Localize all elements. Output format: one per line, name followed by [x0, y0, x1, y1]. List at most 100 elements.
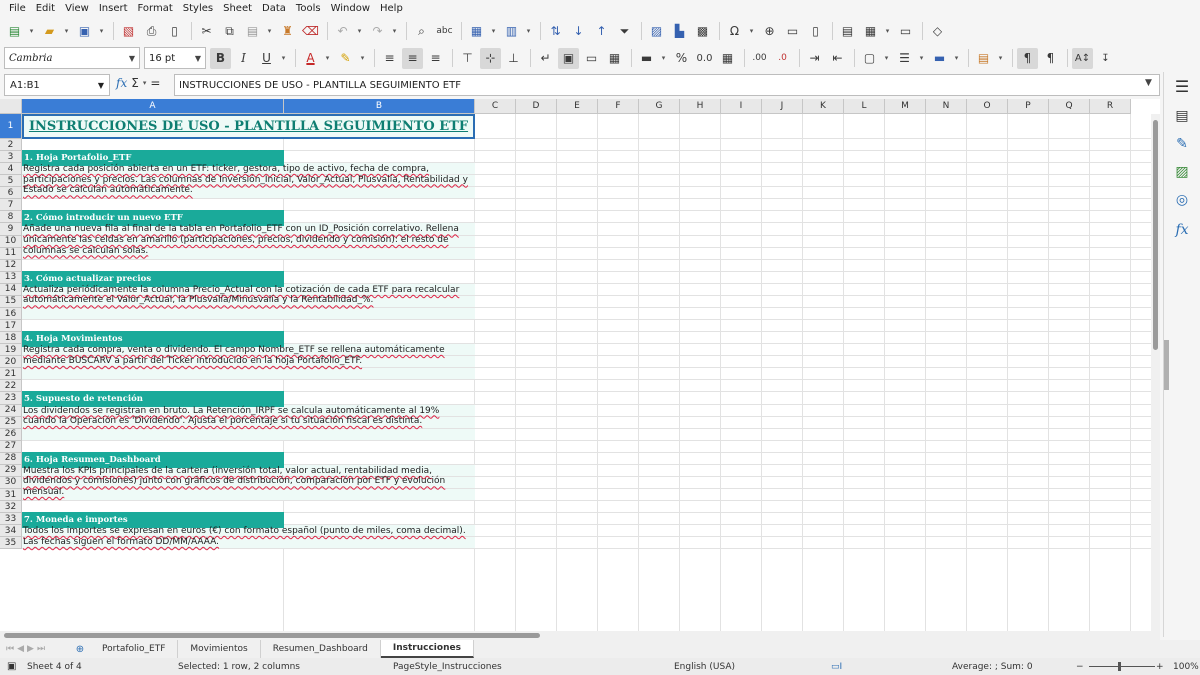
increase-indent-icon[interactable]: ⇥: [804, 48, 825, 69]
row-header[interactable]: 25: [0, 416, 22, 429]
first-sheet-icon[interactable]: ⏮: [6, 644, 14, 654]
column-header[interactable]: K: [803, 99, 844, 114]
print-icon[interactable]: ⎙: [141, 21, 162, 42]
column-header[interactable]: D: [516, 99, 557, 114]
autofilter-icon[interactable]: ⏷: [614, 21, 635, 42]
section-body-text[interactable]: Los dividendos se registran en bruto. La…: [23, 406, 473, 427]
font-color-dropdown-icon[interactable]: ▾: [323, 48, 332, 69]
row-header[interactable]: 3: [0, 151, 22, 164]
section-body-text[interactable]: Añade una nueva fila al final de la tabl…: [23, 224, 473, 256]
column-header[interactable]: E: [557, 99, 598, 114]
underline-icon[interactable]: U: [256, 48, 277, 69]
functions-icon[interactable]: fx: [1172, 220, 1192, 240]
define-print-area-icon[interactable]: ▤: [837, 21, 858, 42]
zoom-slider-knob[interactable]: [1118, 662, 1121, 671]
sidebar-menu-icon[interactable]: ☰: [1172, 76, 1192, 96]
headers-footers-icon[interactable]: ▯: [805, 21, 826, 42]
font-color-icon[interactable]: A: [300, 48, 321, 69]
conditional-dropdown-icon[interactable]: ▾: [996, 48, 1005, 69]
section-body-text[interactable]: Muestra los KPIs principales de la carte…: [23, 466, 473, 498]
border-style-icon[interactable]: ☰: [894, 48, 915, 69]
column-dropdown-icon[interactable]: ▾: [524, 21, 533, 42]
language[interactable]: English (USA): [674, 662, 735, 672]
borders-icon[interactable]: ▢: [859, 48, 880, 69]
row-header[interactable]: 1: [0, 114, 22, 139]
menu-styles[interactable]: Styles: [178, 3, 218, 14]
menu-file[interactable]: File: [4, 3, 31, 14]
menu-sheet[interactable]: Sheet: [218, 3, 257, 14]
split-window-icon[interactable]: ▭: [895, 21, 916, 42]
row-header[interactable]: 12: [0, 259, 22, 272]
column-header[interactable]: M: [885, 99, 926, 114]
section-body-text[interactable]: Todos los importes se expresan en euros …: [23, 526, 473, 547]
currency-format-icon[interactable]: ▬: [636, 48, 657, 69]
function-wizard-icon[interactable]: fx: [116, 76, 127, 90]
special-character-icon[interactable]: Ω: [724, 21, 745, 42]
zoom-in-icon[interactable]: +: [1156, 662, 1164, 672]
section-body-text[interactable]: Registra cada compra, venta o dividendo.…: [23, 345, 473, 366]
row-dropdown-icon[interactable]: ▾: [489, 21, 498, 42]
menu-window[interactable]: Window: [326, 3, 375, 14]
right-to-left-icon[interactable]: ¶: [1040, 48, 1061, 69]
special-character-dropdown-icon[interactable]: ▾: [747, 21, 756, 42]
tab-movimientos[interactable]: Movimientos: [178, 640, 261, 658]
tab-resumen-dashboard[interactable]: Resumen_Dashboard: [261, 640, 381, 658]
align-center-icon[interactable]: ≡: [402, 47, 423, 69]
border-color-icon[interactable]: ▬: [929, 48, 950, 69]
row-header[interactable]: 4: [0, 163, 22, 176]
sort-ascending-icon[interactable]: ↓: [568, 21, 589, 42]
paste-icon[interactable]: ▤: [242, 21, 263, 42]
add-decimal-icon[interactable]: .00: [749, 48, 770, 69]
menu-view[interactable]: View: [60, 3, 94, 14]
column-header[interactable]: J: [762, 99, 803, 114]
menu-insert[interactable]: Insert: [94, 3, 133, 14]
text-direction-icon[interactable]: ↧: [1095, 48, 1116, 69]
redo-icon[interactable]: ↷: [367, 21, 388, 42]
row-header[interactable]: 9: [0, 223, 22, 236]
freeze-dropdown-icon[interactable]: ▾: [883, 21, 892, 42]
tab-instrucciones[interactable]: Instrucciones: [380, 640, 474, 658]
undo-dropdown-icon[interactable]: ▾: [355, 21, 364, 42]
next-sheet-icon[interactable]: ▶: [27, 644, 34, 654]
row-header[interactable]: 29: [0, 464, 22, 477]
column-header[interactable]: Q: [1049, 99, 1090, 114]
row-header[interactable]: 17: [0, 320, 22, 333]
row-header[interactable]: 8: [0, 211, 22, 224]
left-to-right-icon[interactable]: ¶: [1017, 47, 1038, 69]
name-box[interactable]: A1:B1 ▼: [4, 74, 110, 96]
bold-icon[interactable]: B: [210, 47, 231, 69]
row-header[interactable]: 7: [0, 199, 22, 212]
insert-chart-icon[interactable]: ▙: [669, 21, 690, 42]
comment-icon[interactable]: ▭: [782, 21, 803, 42]
zoom-level[interactable]: 100%: [1173, 662, 1199, 672]
column-header[interactable]: H: [680, 99, 721, 114]
percent-format-icon[interactable]: %: [671, 48, 692, 69]
show-draw-functions-icon[interactable]: ◇: [927, 21, 948, 42]
align-left-icon[interactable]: ≡: [379, 48, 400, 69]
align-bottom-icon[interactable]: ⊥: [503, 48, 524, 69]
clone-formatting-icon[interactable]: ♜: [277, 21, 298, 42]
zoom-out-icon[interactable]: −: [1076, 662, 1084, 672]
border-style-dropdown-icon[interactable]: ▾: [917, 48, 926, 69]
sum-icon[interactable]: Σ: [131, 76, 139, 90]
vertical-scrollbar[interactable]: [1151, 114, 1160, 631]
formula-input[interactable]: INSTRUCCIONES DE USO - PLANTILLA SEGUIMI…: [174, 74, 1160, 96]
row-header[interactable]: 18: [0, 332, 22, 345]
row-header[interactable]: 22: [0, 380, 22, 393]
menu-tools[interactable]: Tools: [291, 3, 326, 14]
font-name-combo[interactable]: Cambria ▼: [4, 47, 140, 69]
conditional-format-icon[interactable]: ▤: [973, 48, 994, 69]
border-color-dropdown-icon[interactable]: ▾: [952, 48, 961, 69]
row-header[interactable]: 10: [0, 235, 22, 248]
paste-dropdown-icon[interactable]: ▾: [265, 21, 274, 42]
menu-edit[interactable]: Edit: [31, 3, 60, 14]
row-header[interactable]: 13: [0, 271, 22, 284]
column-header[interactable]: F: [598, 99, 639, 114]
menu-format[interactable]: Format: [133, 3, 178, 14]
copy-icon[interactable]: ⧉: [219, 21, 240, 42]
align-right-icon[interactable]: ≡: [425, 48, 446, 69]
styles-icon[interactable]: ✎: [1172, 134, 1192, 154]
number-format-icon[interactable]: 0.0: [694, 48, 715, 69]
row-header[interactable]: 28: [0, 452, 22, 465]
merge-center-icon[interactable]: ▣: [558, 47, 579, 69]
